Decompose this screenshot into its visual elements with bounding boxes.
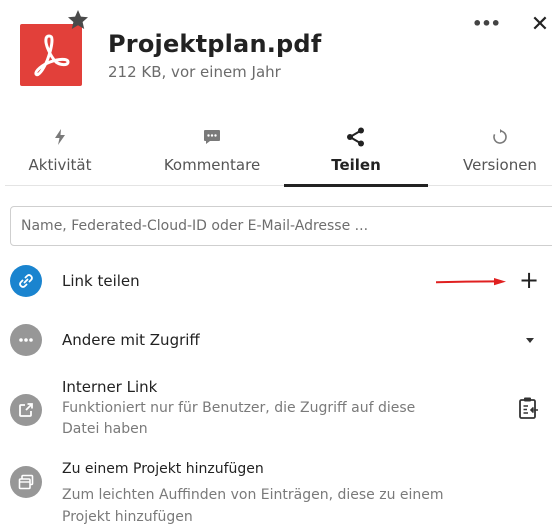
tab-activity[interactable]: Aktivität bbox=[14, 126, 106, 184]
more-icon[interactable]: ••• bbox=[472, 14, 501, 34]
tab-versions[interactable]: Versionen bbox=[450, 126, 550, 184]
clipboard-icon[interactable] bbox=[518, 396, 540, 420]
star-icon[interactable] bbox=[66, 8, 90, 32]
tab-sharing-label: Teilen bbox=[331, 156, 381, 174]
more-horizontal-icon bbox=[19, 338, 33, 342]
annotation-arrow-icon bbox=[436, 278, 506, 286]
internal-link-title: Interner Link bbox=[62, 378, 158, 396]
close-icon[interactable]: ✕ bbox=[530, 14, 550, 36]
tab-sharing[interactable]: Teilen bbox=[296, 126, 416, 184]
link-share-title: Link teilen bbox=[62, 272, 140, 290]
tabs-divider bbox=[5, 185, 552, 186]
project-title[interactable]: Zu einem Projekt hinzufügen bbox=[62, 461, 264, 477]
tab-comments[interactable]: Kommentare bbox=[150, 126, 274, 184]
others-avatar bbox=[10, 324, 42, 356]
tab-activity-label: Aktivität bbox=[28, 156, 92, 174]
internal-link-avatar bbox=[10, 394, 42, 426]
file-name: Projektplan.pdf bbox=[108, 30, 322, 58]
project-description-line1: Zum leichten Auffinden von Einträgen, di… bbox=[62, 487, 444, 503]
project-description-line2: Projekt hinzufügen bbox=[62, 509, 193, 525]
link-avatar bbox=[10, 265, 42, 297]
internal-link-description-line1: Funktioniert nur für Benutzer, die Zugri… bbox=[62, 400, 416, 416]
comment-icon bbox=[150, 126, 274, 148]
link-icon bbox=[19, 274, 33, 288]
project-avatar bbox=[10, 466, 42, 498]
project-icon bbox=[18, 474, 34, 490]
add-link-button[interactable]: + bbox=[517, 266, 541, 294]
history-icon bbox=[450, 126, 550, 148]
others-access-title[interactable]: Andere mit Zugriff bbox=[62, 331, 200, 349]
active-tab-indicator bbox=[284, 184, 428, 187]
tab-comments-label: Kommentare bbox=[163, 156, 261, 174]
chevron-down-icon[interactable] bbox=[520, 330, 540, 350]
file-meta: 212 KB, vor einem Jahr bbox=[108, 63, 281, 81]
tab-versions-label: Versionen bbox=[463, 156, 537, 174]
pdf-icon bbox=[34, 34, 70, 77]
file-thumbnail bbox=[20, 24, 82, 86]
internal-link-description-line2: Datei haben bbox=[62, 421, 148, 437]
external-link-icon bbox=[19, 403, 33, 417]
activity-icon bbox=[14, 126, 106, 148]
share-search-input[interactable] bbox=[10, 206, 552, 246]
share-icon bbox=[296, 126, 416, 148]
